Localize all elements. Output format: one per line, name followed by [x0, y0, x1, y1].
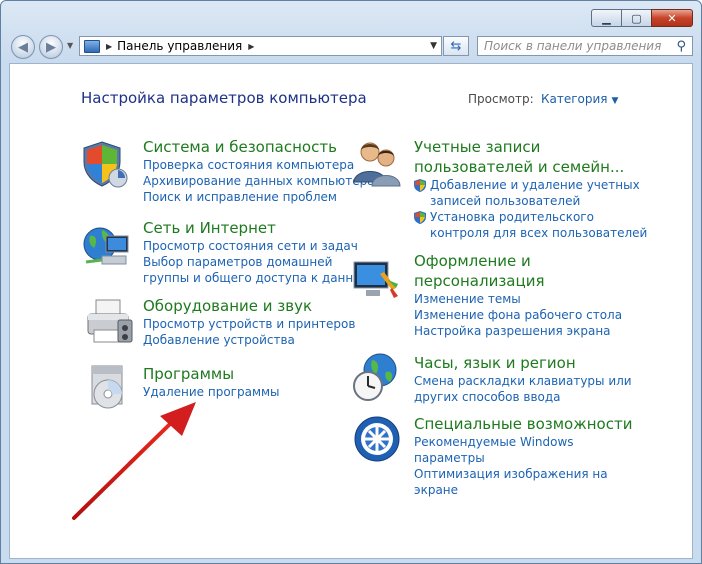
navigation-bar: ◀ ▶ ▼ ▶ Панель управления ▶ ▼ ⇆ Поиск в … — [1, 33, 701, 61]
search-icon[interactable]: ⚲ — [676, 39, 686, 54]
maximize-button[interactable]: ▢ — [621, 9, 651, 27]
search-input[interactable]: Поиск в панели управления ⚲ — [477, 36, 693, 56]
address-bar[interactable]: ▶ Панель управления ▶ ▼ — [79, 36, 442, 56]
minimize-button[interactable]: ▁ — [591, 9, 621, 27]
title-bar[interactable]: ▁ ▢ ✕ — [1, 1, 701, 31]
control-panel-window: ▁ ▢ ✕ ◀ ▶ ▼ ▶ Панель управления ▶ ▼ ⇆ По… — [0, 0, 702, 564]
back-arrow-icon: ◀ — [18, 39, 28, 55]
close-icon: ✕ — [667, 11, 677, 25]
forward-arrow-icon: ▶ — [46, 39, 56, 55]
breadcrumb-control-panel[interactable]: Панель управления — [117, 39, 242, 53]
control-panel-icon — [84, 39, 100, 53]
minimize-icon: ▁ — [602, 11, 611, 25]
close-button[interactable]: ✕ — [651, 9, 693, 27]
refresh-button[interactable]: ⇆ — [443, 36, 469, 56]
content-pane: Настройка параметров компьютера Просмотр… — [9, 63, 693, 559]
breadcrumb-separator-icon[interactable]: ▶ — [248, 42, 254, 51]
refresh-icon: ⇆ — [450, 38, 462, 54]
address-dropdown-icon[interactable]: ▼ — [430, 41, 437, 51]
annotation-arrow — [72, 402, 196, 520]
maximize-icon: ▢ — [631, 11, 642, 25]
search-placeholder: Поиск в панели управления — [484, 39, 662, 53]
back-button[interactable]: ◀ — [11, 35, 35, 59]
breadcrumb-separator-icon[interactable]: ▶ — [106, 42, 112, 51]
recent-pages-dropdown[interactable]: ▼ — [67, 41, 73, 50]
forward-button[interactable]: ▶ — [39, 35, 63, 59]
